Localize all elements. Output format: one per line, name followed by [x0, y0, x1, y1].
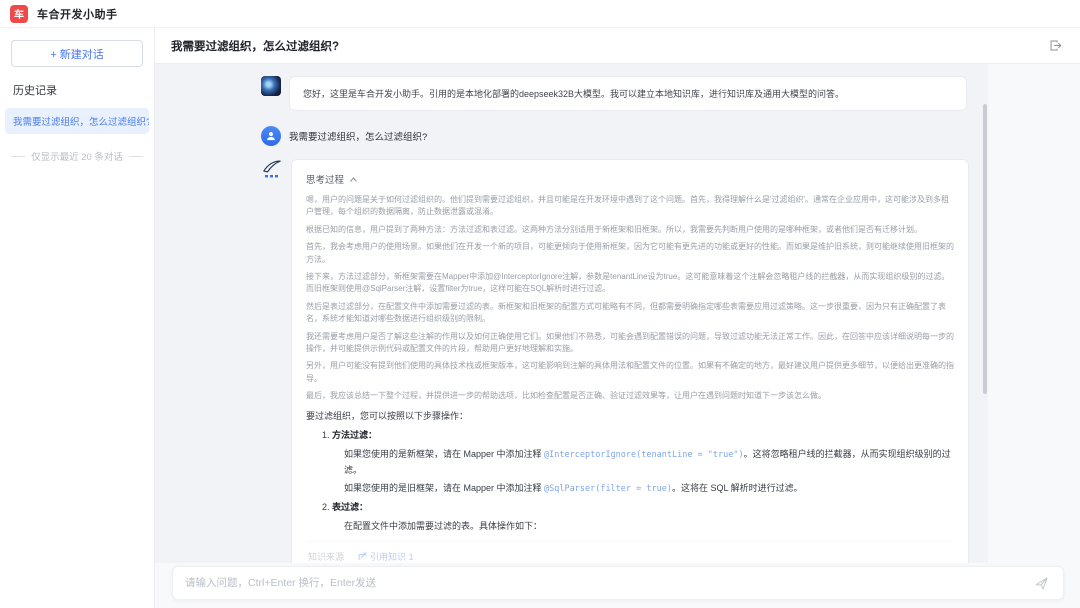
- brand-swoosh-icon: [262, 159, 282, 174]
- thinking-label: 思考过程: [306, 172, 344, 186]
- user-avatar: [261, 126, 281, 146]
- history-title: 历史记录: [13, 82, 141, 98]
- new-chat-button[interactable]: + 新建对话: [11, 40, 143, 67]
- answer-section: 要过滤组织，您可以按照以下步骤操作： 1. 方法过滤： 如果您使用的是新框架，请在 …: [306, 410, 954, 541]
- chat-scrollbar-thumb[interactable]: [983, 104, 987, 394]
- thinking-paragraph: 然后是表过滤部分，在配置文件中添加需要过滤的表。新框架和旧框架的配置方式可能略有…: [306, 301, 954, 326]
- brand-wordmark-icon: [265, 175, 279, 178]
- user-message-text: 我需要过滤组织，怎么过滤组织?: [289, 129, 427, 143]
- thinking-paragraph: 首先，我会考虑用户的使用场景。如果他们在开发一个新的项目，可能更倾向于使用新框架…: [306, 241, 954, 266]
- citation-link[interactable]: 引用知识 1: [358, 550, 414, 563]
- answer-block: 要过滤组织，您可以按照以下步骤操作：: [306, 410, 954, 424]
- assistant-answer-bubble: 思考过程 嗯，用户的问题是关于如何过滤组织的。他们提到需要过滤组织，并且可能是在…: [291, 159, 969, 563]
- conversation-title: 我需要过滤组织，怎么过滤组织?: [171, 38, 339, 54]
- person-icon: [265, 130, 277, 142]
- export-icon: [1049, 39, 1062, 52]
- answer-block: 2. 表过滤：: [322, 501, 954, 515]
- chat-scroll-area: 您好，这里是车合开发小助手。引用的是本地化部署的deepseek32B大模型。我…: [155, 64, 988, 563]
- answer-block: 如果您使用的是新框架，请在 Mapper 中添加注释 @InterceptorI…: [344, 447, 954, 477]
- assistant-message-row: 您好，这里是车合开发小助手。引用的是本地化部署的deepseek32B大模型。我…: [261, 76, 988, 111]
- thinking-paragraph: 接下来，方法过滤部分，新框架需要在Mapper中添加@InterceptorIg…: [306, 271, 954, 296]
- answer-body: 嗯，用户的问题是关于如何过滤组织的。他们提到需要过滤组织，并且可能是在开发环境中…: [306, 194, 954, 541]
- thinking-section: 嗯，用户的问题是关于如何过滤组织的。他们提到需要过滤组织，并且可能是在开发环境中…: [306, 194, 954, 402]
- thinking-paragraph: 最后，我应该总结一下整个过程，并提供进一步的帮助选项，比如检查配置是否正确、验证…: [306, 390, 954, 402]
- send-icon: [1034, 576, 1049, 591]
- user-message-row: 我需要过滤组织，怎么过滤组织?: [261, 126, 988, 146]
- message-composer: [172, 566, 1064, 600]
- source-label: 知识来源: [308, 550, 344, 563]
- history-limit-note: 仅显示最近 20 条对话: [0, 149, 154, 163]
- message-input[interactable]: [185, 577, 1031, 589]
- assistant-answer-row: 思考过程 嗯，用户的问题是关于如何过滤组织的。他们提到需要过滤组织，并且可能是在…: [261, 159, 988, 563]
- thinking-paragraph: 嗯，用户的问题是关于如何过滤组织的。他们提到需要过滤组织，并且可能是在开发环境中…: [306, 194, 954, 219]
- answer-block: 1. 方法过滤：: [322, 429, 954, 443]
- thinking-paragraph: 我还需要考虑用户是否了解这些注解的作用以及如何正确使用它们。如果他们不熟悉，可能…: [306, 331, 954, 356]
- thinking-paragraph: 根据已知的信息，用户提到了两种方法：方法过滤和表过滤。这两种方法分别适用于新框架…: [306, 224, 954, 236]
- main-area: 我需要过滤组织，怎么过滤组织? 您好，这里是车合开发小助手。引用的是本地化部署的…: [155, 28, 1080, 608]
- app-bar: 车 车合开发小助手: [0, 0, 1080, 28]
- logo-glyph: 车: [14, 6, 24, 21]
- answer-block: 在配置文件中添加需要过滤的表。具体操作如下：: [344, 519, 954, 533]
- app-title: 车合开发小助手: [37, 6, 118, 22]
- divider-line: [129, 156, 143, 157]
- assistant-greeting-bubble: 您好，这里是车合开发小助手。引用的是本地化部署的deepseek32B大模型。我…: [289, 76, 967, 111]
- send-button[interactable]: [1031, 573, 1051, 593]
- citation-link-text: 引用知识 1: [370, 550, 414, 563]
- sidebar-item-conversation[interactable]: 我需要过滤组织，怎么过滤组织?: [5, 108, 149, 134]
- export-button[interactable]: [1046, 37, 1064, 55]
- app-logo-icon: 车: [10, 5, 28, 23]
- conversation-header: 我需要过滤组织，怎么过滤组织?: [155, 28, 1080, 64]
- limit-note-text: 仅显示最近 20 条对话: [31, 149, 123, 163]
- divider-line: [11, 156, 25, 157]
- quote-icon: [358, 552, 367, 561]
- chevron-up-icon: [349, 176, 358, 183]
- sidebar: + 新建对话 历史记录 我需要过滤组织，怎么过滤组织? 仅显示最近 20 条对话: [0, 28, 155, 608]
- citation-footer: 知识来源 引用知识 1: [306, 541, 954, 563]
- assistant-avatar: [261, 76, 281, 96]
- answer-block: 如果您使用的是旧框架，请在 Mapper 中添加注释 @SqlParser(fi…: [344, 481, 954, 497]
- thinking-toggle[interactable]: 思考过程: [306, 172, 954, 186]
- brand-avatar: [261, 159, 283, 185]
- thinking-paragraph: 另外，用户可能没有提到他们使用的具体技术栈或框架版本，这可能影响到注解的具体用法…: [306, 360, 954, 385]
